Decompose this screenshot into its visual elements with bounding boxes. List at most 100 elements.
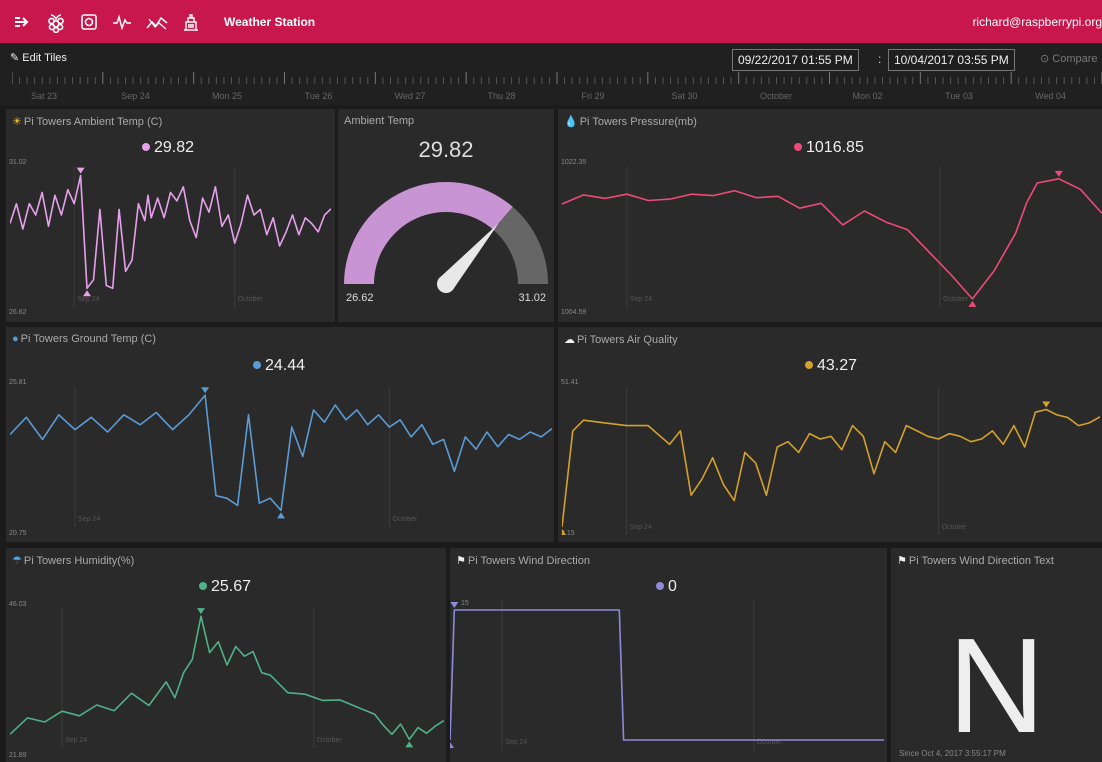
timeline-label: Sat 23 <box>30 91 58 101</box>
series-dot <box>199 582 207 590</box>
series-line <box>450 609 884 741</box>
axis-label: October <box>942 524 968 531</box>
edit-tiles-button[interactable]: ✎ Edit Tiles <box>10 51 67 64</box>
timeline-label: October <box>759 91 793 101</box>
current-value: 43.27 <box>805 357 857 375</box>
axis-label: Sep 24 <box>78 516 100 523</box>
y-min-label: 21.89 <box>9 752 27 759</box>
user-account-link[interactable]: richard@raspberrypi.org <box>972 15 1102 29</box>
drop-icon: 💧 <box>564 116 578 128</box>
sun-icon: ☀ <box>12 116 22 128</box>
max-marker <box>201 387 210 394</box>
windsock-icon: ⚑ <box>897 555 907 567</box>
max-marker <box>76 167 85 174</box>
menu-arrow-icon[interactable] <box>14 16 32 28</box>
gauge-min-label: 26.62 <box>346 292 374 304</box>
wind-direction-value: N <box>947 610 1046 761</box>
raspberry-icon[interactable] <box>46 11 66 33</box>
rain-icon: ☂ <box>12 555 22 567</box>
ambient-temp-chart[interactable]: Sep 24 October <box>10 167 331 307</box>
axis-label: October <box>317 737 343 744</box>
min-marker <box>405 741 414 748</box>
since-timestamp: Since Oct 4, 2017 3:55:17 PM <box>899 749 1006 758</box>
axis-label: October <box>943 296 969 303</box>
tile-ambient-temp[interactable]: ☀ Pi Towers Ambient Temp (C) 29.82 31.02 … <box>6 109 335 322</box>
time-range-bar: ✎ Edit Tiles 09/22/2017 01:55 PM : 10/04… <box>0 43 1102 105</box>
pencil-icon: ✎ <box>10 52 20 64</box>
humidity-chart[interactable]: Sep 24 October <box>10 608 444 748</box>
y-max-label: 25.81 <box>9 379 27 386</box>
timeline-label: Wed 04 <box>1035 91 1066 101</box>
series-dot <box>142 143 150 151</box>
tile-air-quality[interactable]: ☁ Pi Towers Air Quality 43.27 51.41 2.15 … <box>558 327 1102 542</box>
max-marker <box>1054 170 1063 177</box>
timeline-label: Fri 29 <box>581 91 605 101</box>
tile-title: Pi Towers Pressure(mb) <box>579 116 697 128</box>
axis-label: October <box>392 516 418 523</box>
series-dot <box>805 361 813 369</box>
series-line <box>562 408 1100 527</box>
series-line <box>10 394 552 512</box>
ground-temp-chart[interactable]: Sep 24 October <box>10 387 552 527</box>
gauge-fill-arc <box>344 182 513 284</box>
tile-ambient-gauge[interactable]: Ambient Temp 29.82 26.62 31.02 <box>338 109 554 322</box>
compare-label: Compare <box>1052 53 1098 65</box>
gauge-dial <box>344 182 548 293</box>
y-min-label: 26.62 <box>9 309 27 316</box>
building-icon[interactable] <box>182 13 200 31</box>
timeline-label: Wed 27 <box>394 91 426 101</box>
tile-ground-temp[interactable]: ● Pi Towers Ground Temp (C) 24.44 25.81 2… <box>6 327 554 542</box>
pressure-chart[interactable]: Sep 24 October <box>562 167 1102 307</box>
axis-label: Sep 24 <box>505 739 527 746</box>
air-quality-chart[interactable]: Sep 24 October <box>562 387 1100 535</box>
gauge-hub <box>437 275 455 293</box>
tile-title: Pi Towers Wind Direction <box>467 555 590 567</box>
start-date-input[interactable]: 09/22/2017 01:55 PM <box>732 49 859 71</box>
axis-label: Sep 24 <box>630 296 652 303</box>
cloud-icon: ☁ <box>564 334 575 346</box>
camera-icon[interactable] <box>80 13 98 31</box>
series-line <box>562 178 1102 300</box>
globe-icon: ● <box>12 333 19 345</box>
end-date-input[interactable]: 10/04/2017 03:55 PM <box>888 49 1015 71</box>
timeline-label: Mon 25 <box>211 91 243 101</box>
clock-icon: ⊙ <box>1040 53 1050 65</box>
tile-wind-direction-text[interactable]: ⚑ Pi Towers Wind Direction Text N Since O… <box>891 548 1102 762</box>
tile-title: Ambient Temp <box>344 115 415 127</box>
y-max-label: 15 <box>461 600 469 607</box>
y-max-label: 51.41 <box>561 379 579 386</box>
tile-pressure[interactable]: 💧 Pi Towers Pressure(mb) 1016.85 1022.35 … <box>558 109 1102 322</box>
current-value: 25.67 <box>199 578 251 596</box>
gauge-value: 29.82 <box>418 137 474 162</box>
tile-title: Pi Towers Humidity(%) <box>23 555 135 567</box>
min-marker <box>277 512 285 519</box>
max-marker <box>196 608 205 615</box>
timeline-ticks[interactable] <box>12 72 1102 84</box>
y-max-label: 1022.35 <box>561 159 587 166</box>
tile-humidity[interactable]: ☂ Pi Towers Humidity(%) 25.67 46.03 21.89… <box>6 548 446 762</box>
series-dot <box>794 143 802 151</box>
series-line <box>10 615 444 741</box>
wind-direction-chart[interactable]: Sep 24 October <box>450 600 884 750</box>
min-marker <box>968 300 977 307</box>
min-marker <box>562 528 566 535</box>
timeline-label: Tue 26 <box>304 91 333 101</box>
current-value: 1016.85 <box>794 139 864 157</box>
trend-icon[interactable] <box>146 14 168 30</box>
axis-label: Sep 24 <box>65 737 87 744</box>
tile-title: Pi Towers Ground Temp (C) <box>20 333 156 345</box>
pulse-icon[interactable] <box>112 13 132 30</box>
tile-wind-direction[interactable]: ⚑ Pi Towers Wind Direction 0 Sep 24 Octobe… <box>450 548 887 762</box>
windsock-icon: ⚑ <box>456 555 466 567</box>
tile-title: Pi Towers Ambient Temp (C) <box>23 116 163 128</box>
series-dot <box>253 361 261 369</box>
y-max-label: 46.03 <box>9 601 27 608</box>
min-marker <box>450 742 454 748</box>
compare-button[interactable]: ⊙ Compare <box>1040 52 1098 65</box>
top-bar: Weather Station richard@raspberrypi.org <box>0 0 1102 43</box>
tile-title: Pi Towers Air Quality <box>577 334 678 346</box>
tile-title: Pi Towers Wind Direction Text <box>908 555 1054 567</box>
series-dot <box>656 582 664 590</box>
min-marker <box>83 290 92 297</box>
timeline-label: Sat 30 <box>671 91 698 101</box>
